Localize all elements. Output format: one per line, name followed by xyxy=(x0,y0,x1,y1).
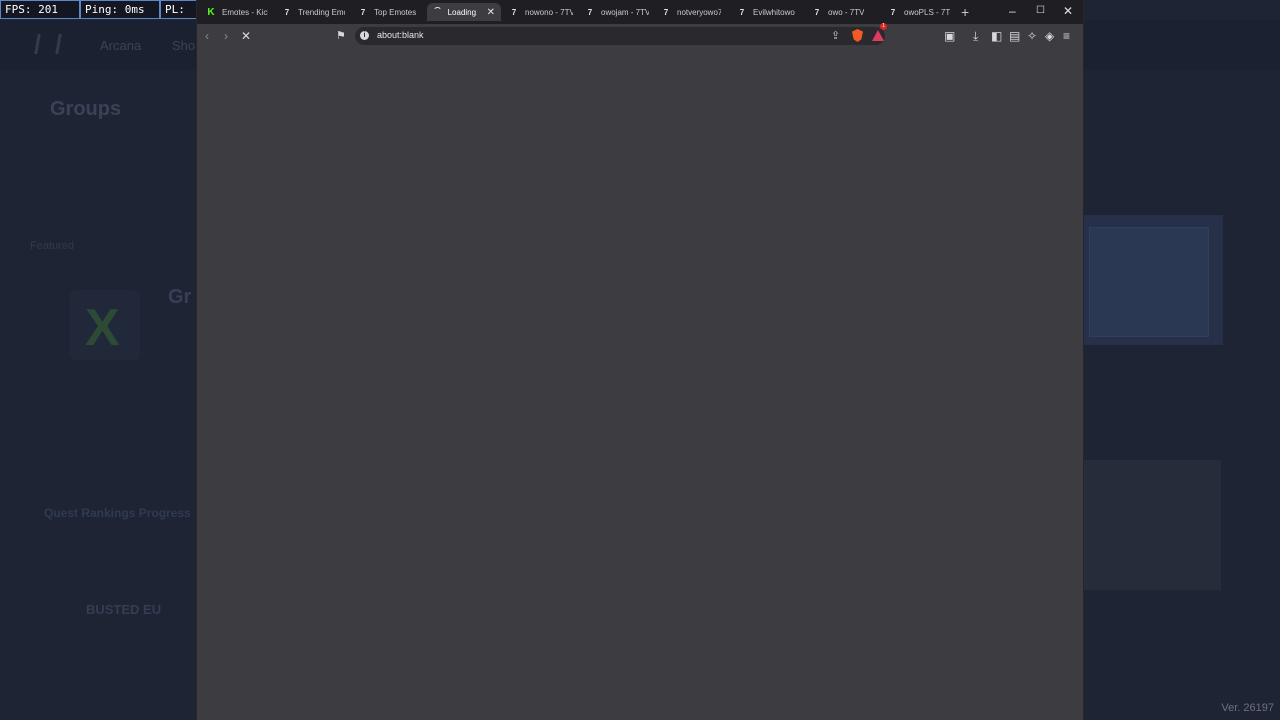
stats-overlay: FPS: 201 Ping: 0ms PL: 0% xyxy=(0,0,204,19)
address-bar[interactable]: i about:blank ⇪ xyxy=(355,27,885,45)
brave-rewards-icon[interactable]: 1 xyxy=(872,23,887,41)
new-tab-button[interactable]: + xyxy=(961,4,969,20)
page-content-blank[interactable] xyxy=(197,48,1083,720)
forward-icon[interactable]: › xyxy=(224,29,228,43)
app-logo-icon xyxy=(34,34,62,54)
tab[interactable]: 7 nowono - 7TV xyxy=(509,3,573,21)
7tv-icon: 7 xyxy=(587,7,593,17)
tab-title: Top Emotes - xyxy=(374,7,416,17)
spinner-icon xyxy=(433,7,442,17)
tab-title: Loading... xyxy=(447,7,477,17)
wallet-icon[interactable]: ▤ xyxy=(1009,29,1020,43)
background-nav-item: Arcana xyxy=(100,38,142,53)
tab-title: owo - 7TV xyxy=(828,7,865,17)
7tv-icon: 7 xyxy=(890,7,896,17)
back-icon[interactable]: ‹ xyxy=(205,29,209,43)
tab[interactable]: 7 owoPLS - 7TV xyxy=(888,3,950,21)
tab[interactable]: 7 owo - 7TV xyxy=(812,3,874,21)
7tv-icon: 7 xyxy=(360,7,366,17)
background-x-logo-icon: X xyxy=(85,299,120,357)
screenshot-icon[interactable]: ▣ xyxy=(944,29,955,43)
7tv-icon: 7 xyxy=(814,7,820,17)
browser-window: K Emotes - Kick 7 Trending Emotes 7 Top … xyxy=(197,0,1083,720)
7tv-icon: 7 xyxy=(284,7,290,17)
tab[interactable]: K Emotes - Kick xyxy=(206,3,268,21)
tab-title: Evilwhitowo xyxy=(753,7,795,17)
tab-title: nowono - 7TV xyxy=(525,7,573,17)
7tv-icon: 7 xyxy=(663,7,669,17)
ping-readout: Ping: 0ms xyxy=(80,0,160,19)
background-page-title: Groups xyxy=(50,98,122,120)
minimize-icon[interactable]: – xyxy=(1009,4,1016,18)
maximize-icon[interactable]: ☐ xyxy=(1036,5,1045,16)
close-tab-icon[interactable]: ✕ xyxy=(487,7,495,18)
tab-title: Emotes - Kick xyxy=(222,7,268,17)
background-quest-title: Quest Rankings Progress xyxy=(44,506,191,520)
kick-icon: K xyxy=(207,6,215,18)
menu-icon[interactable]: ≡ xyxy=(1063,29,1070,43)
background-section-label: Featured xyxy=(30,240,75,252)
leo-ai-icon[interactable]: ✧ xyxy=(1027,29,1037,43)
tab-strip: K Emotes - Kick 7 Trending Emotes 7 Top … xyxy=(197,0,1083,24)
tab-title: Trending Emotes xyxy=(298,7,345,17)
background-thumbnail xyxy=(1083,460,1221,590)
tab[interactable]: 7 owojam - 7TV xyxy=(585,3,649,21)
7tv-icon: 7 xyxy=(739,7,745,17)
7tv-icon: 7 xyxy=(511,7,517,17)
window-close-icon[interactable]: ✕ xyxy=(1063,4,1073,18)
url-text: about:blank xyxy=(377,30,424,40)
vpn-shield-icon[interactable]: ◈ xyxy=(1045,29,1054,43)
rewards-badge: 1 xyxy=(880,23,887,30)
tab[interactable]: 7 Trending Emotes xyxy=(282,3,345,21)
background-busted-title: BUSTED EU xyxy=(86,602,162,617)
download-icon[interactable]: ⤓ xyxy=(973,29,978,44)
sidebar-icon[interactable]: ◧ xyxy=(991,29,1002,43)
bookmark-icon[interactable]: ⚑ xyxy=(336,29,346,42)
tab[interactable]: 7 notveryowo7 xyxy=(661,3,721,21)
tab-title: notveryowo7 xyxy=(677,7,721,17)
site-info-icon[interactable]: i xyxy=(360,31,369,40)
tab[interactable]: 7 Top Emotes - xyxy=(358,3,416,21)
share-icon[interactable]: ⇪ xyxy=(831,29,840,42)
tab-active[interactable]: Loading... ✕ xyxy=(427,3,501,21)
tab-title: owoPLS - 7TV xyxy=(904,7,950,17)
stop-loading-icon[interactable]: ✕ xyxy=(241,29,251,43)
browser-toolbar: ‹ › ✕ ⚑ i about:blank ⇪ 1 ▣ ⤓ ◧ ▤ ✧ ◈ ≡ xyxy=(197,23,1083,48)
version-label: Ver. 26197 xyxy=(1221,702,1274,714)
fps-readout: FPS: 201 xyxy=(0,0,80,19)
background-card-title: Gr xyxy=(168,286,192,308)
background-thumbnail xyxy=(1083,215,1223,345)
tab-title: owojam - 7TV xyxy=(601,7,649,17)
tab[interactable]: 7 Evilwhitowo xyxy=(737,3,795,21)
